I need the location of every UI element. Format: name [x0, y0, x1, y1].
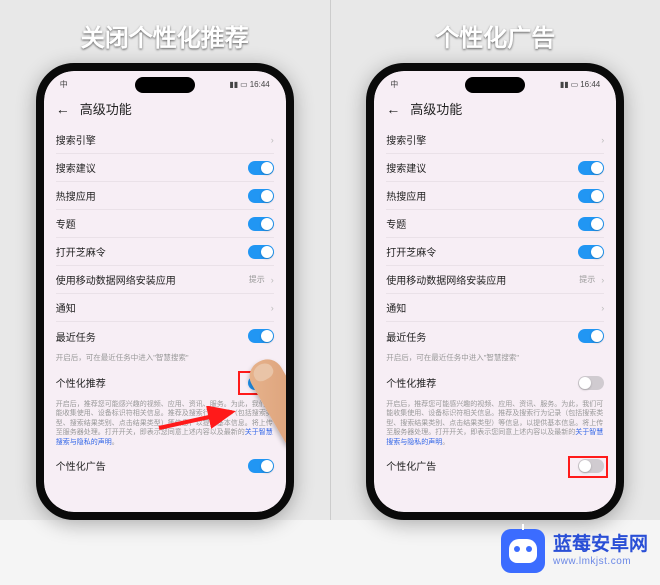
row-personal-ads[interactable]: 个性化广告 — [386, 452, 604, 480]
watermark-text: 蓝莓安卓网 www.lmkjst.com — [553, 534, 648, 567]
phone-mockup-left: 中 ▮▮▭16:44 ← 高级功能 搜索引擎 › 搜索建议 — [36, 63, 294, 520]
comparison-container: 关闭个性化推荐 中 ▮▮▭16:44 ← 高级功能 搜索引擎 › — [0, 0, 660, 520]
right-title: 个性化广告 — [435, 18, 555, 53]
screen-right: 中 ▮▮▭16:44 ← 高级功能 搜索引擎 › 搜索建议 — [374, 71, 616, 512]
chevron-right-icon: › — [271, 135, 274, 145]
clock: 16:44 — [580, 80, 600, 89]
battery-icon: ▭ — [240, 80, 248, 89]
row-special[interactable]: 专题 — [386, 210, 604, 238]
toggle-search-suggest[interactable] — [578, 161, 604, 175]
toggle-special[interactable] — [578, 217, 604, 231]
back-icon[interactable]: ← — [386, 101, 400, 117]
row-hot-apps[interactable]: 热搜应用 — [56, 182, 274, 210]
toggle-hot-apps[interactable] — [248, 189, 274, 203]
toggle-sesame[interactable] — [248, 245, 274, 259]
watermark-icon — [501, 529, 545, 573]
toggle-sesame[interactable] — [578, 245, 604, 259]
row-hot-apps[interactable]: 热搜应用 — [386, 182, 604, 210]
battery-icon: ▭ — [571, 80, 579, 89]
phone-mockup-right: 中 ▮▮▭16:44 ← 高级功能 搜索引擎 › 搜索建议 — [366, 63, 624, 520]
settings-list: 搜索引擎 › 搜索建议 热搜应用 专题 — [374, 126, 616, 512]
chevron-right-icon: › — [271, 275, 274, 285]
row-search-suggest[interactable]: 搜索建议 — [56, 154, 274, 182]
watermark-url: www.lmkjst.com — [553, 556, 648, 568]
back-icon[interactable]: ← — [56, 101, 70, 117]
row-search-suggest[interactable]: 搜索建议 — [386, 154, 604, 182]
recent-tasks-desc: 开启后，可在最近任务中进入"智慧搜索" — [56, 350, 274, 369]
clock: 16:44 — [250, 80, 270, 89]
camera-cutout — [465, 77, 525, 93]
row-sesame[interactable]: 打开芝麻令 — [386, 238, 604, 266]
chevron-right-icon: › — [271, 303, 274, 313]
row-mobile-install[interactable]: 使用移动数据网络安装应用 提示› — [386, 266, 604, 294]
row-personal-ads[interactable]: 个性化广告 — [56, 452, 274, 480]
row-recent-tasks[interactable]: 最近任务 — [386, 322, 604, 350]
signal-icon: ▮▮ — [560, 80, 569, 89]
camera-cutout — [135, 77, 195, 93]
personal-rec-desc: 开启后，推荐您可能感兴趣的视频、应用、资讯、服务。为此，我们可能收集使用、设备标… — [56, 397, 274, 452]
page-header: ← 高级功能 — [374, 93, 616, 126]
left-title: 关闭个性化推荐 — [81, 18, 249, 53]
row-personal-rec[interactable]: 个性化推荐 — [56, 369, 274, 397]
page-title: 高级功能 — [80, 99, 132, 118]
row-search-engine[interactable]: 搜索引擎 › — [386, 126, 604, 154]
settings-list: 搜索引擎 › 搜索建议 热搜应用 专题 — [44, 126, 286, 512]
toggle-personal-ads[interactable] — [578, 459, 604, 473]
row-recent-tasks[interactable]: 最近任务 — [56, 322, 274, 350]
toggle-personal-ads[interactable] — [248, 459, 274, 473]
personal-rec-desc: 开启后，推荐您可能感兴趣的视频、应用、资讯、服务。为此，我们可能收集使用、设备标… — [386, 397, 604, 452]
row-notify[interactable]: 通知 › — [386, 294, 604, 322]
row-personal-rec[interactable]: 个性化推荐 — [386, 369, 604, 397]
signal-icon: ▮▮ — [229, 80, 238, 89]
row-special[interactable]: 专题 — [56, 210, 274, 238]
right-panel: 个性化广告 中 ▮▮▭16:44 ← 高级功能 搜索引擎 › — [330, 0, 660, 520]
carrier: 中 — [60, 79, 68, 90]
row-sesame[interactable]: 打开芝麻令 — [56, 238, 274, 266]
row-search-engine[interactable]: 搜索引擎 › — [56, 126, 274, 154]
watermark: 蓝莓安卓网 www.lmkjst.com — [501, 529, 648, 573]
screen-left: 中 ▮▮▭16:44 ← 高级功能 搜索引擎 › 搜索建议 — [44, 71, 286, 512]
toggle-personal-rec[interactable] — [578, 376, 604, 390]
row-mobile-install[interactable]: 使用移动数据网络安装应用 提示› — [56, 266, 274, 294]
page-header: ← 高级功能 — [44, 93, 286, 126]
chevron-right-icon: › — [601, 135, 604, 145]
left-panel: 关闭个性化推荐 中 ▮▮▭16:44 ← 高级功能 搜索引擎 › — [0, 0, 330, 520]
toggle-hot-apps[interactable] — [578, 189, 604, 203]
chevron-right-icon: › — [601, 275, 604, 285]
toggle-recent-tasks[interactable] — [248, 329, 274, 343]
toggle-recent-tasks[interactable] — [578, 329, 604, 343]
recent-tasks-desc: 开启后，可在最近任务中进入"智慧搜索" — [386, 350, 604, 369]
page-title: 高级功能 — [410, 99, 462, 118]
watermark-name: 蓝莓安卓网 — [553, 534, 648, 556]
toggle-special[interactable] — [248, 217, 274, 231]
carrier: 中 — [390, 79, 398, 90]
toggle-search-suggest[interactable] — [248, 161, 274, 175]
chevron-right-icon: › — [601, 303, 604, 313]
row-notify[interactable]: 通知 › — [56, 294, 274, 322]
